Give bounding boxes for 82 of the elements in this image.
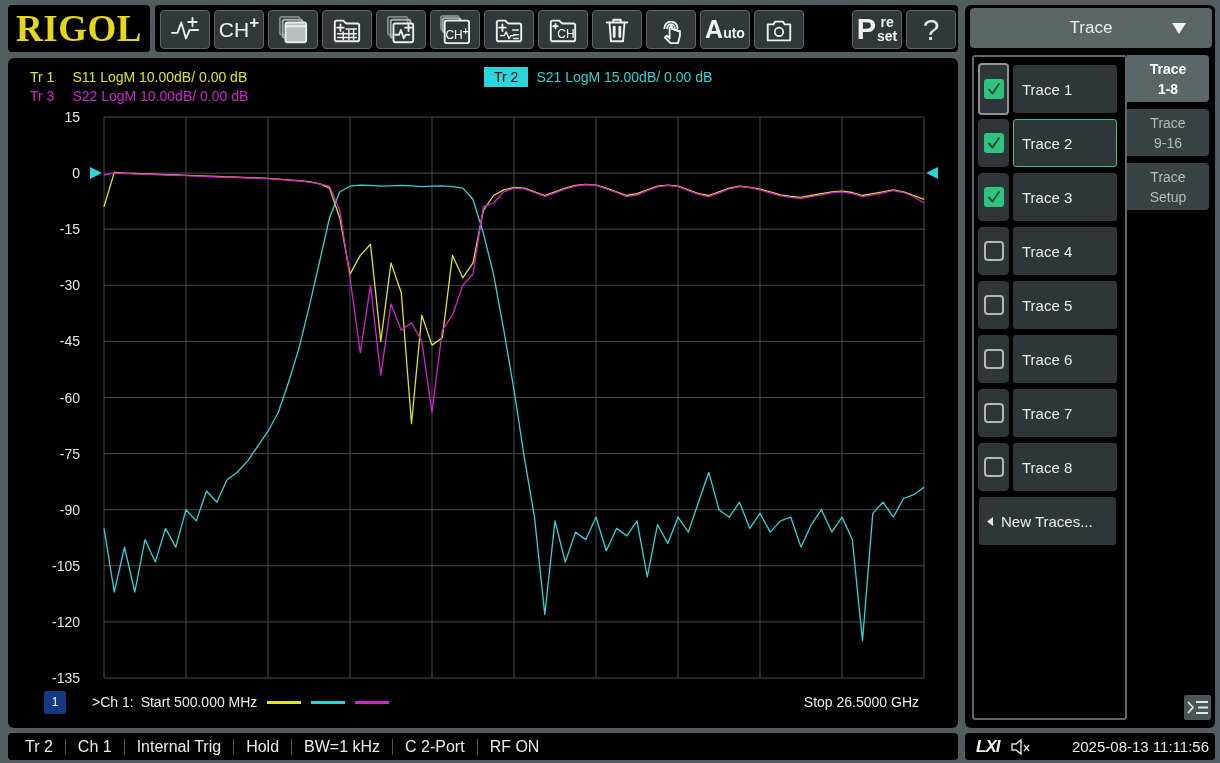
reference-marker-icon xyxy=(90,167,102,180)
y-tick-label: -90 xyxy=(59,501,80,518)
window-wave-plus-icon xyxy=(386,14,416,45)
add-channel-button[interactable]: CH$^{+}$ xyxy=(214,10,264,49)
trace-label[interactable]: Tr 2 xyxy=(484,67,529,87)
tick-icon xyxy=(983,79,1004,99)
menu-dropdown[interactable]: Trace xyxy=(970,8,1212,48)
y-tick-label: -45 xyxy=(59,333,80,350)
channel-badge: 1 xyxy=(44,690,66,714)
tick-icon xyxy=(983,133,1004,153)
y-tick-label: 15 xyxy=(64,109,80,125)
square-icon xyxy=(983,403,1004,423)
help-button[interactable]: ? xyxy=(906,10,956,49)
stacked-frames-icon xyxy=(440,14,470,45)
channel-folder-button[interactable]: CH xyxy=(538,10,588,49)
window-button[interactable] xyxy=(268,10,318,49)
square-icon xyxy=(983,457,1004,477)
status-item: Tr 2 xyxy=(24,738,54,755)
trace-button[interactable]: Trace 4 xyxy=(1013,227,1117,275)
stacked-windows-icon xyxy=(278,14,308,45)
trace-label[interactable]: Tr 1 xyxy=(20,67,65,87)
start-frequency: Start 500.000 MHz xyxy=(140,694,258,710)
status-item: Hold xyxy=(233,738,292,755)
add-window-button[interactable] xyxy=(376,10,426,49)
channel-label: >Ch 1: xyxy=(92,694,134,710)
trace-button[interactable]: Trace 5 xyxy=(1013,281,1117,329)
trace-button[interactable]: Trace 6 xyxy=(1013,335,1117,383)
trace-button[interactable]: Trace 3 xyxy=(1013,173,1117,221)
trace-checkbox[interactable] xyxy=(978,281,1009,329)
trace-button[interactable]: Trace 8 xyxy=(1013,443,1117,491)
status-item: RF ON xyxy=(476,738,552,755)
y-tick-label: -135 xyxy=(51,670,80,686)
date-time: 2025-08-13 11:11:56 xyxy=(1071,738,1209,755)
y-tick-label: -15 xyxy=(59,221,80,238)
trace-checkbox[interactable] xyxy=(978,119,1009,167)
collapse-menu-button[interactable] xyxy=(1184,695,1211,720)
lxi-logo: LXI xyxy=(976,738,1000,755)
touch-button[interactable] xyxy=(646,10,696,49)
side-tab[interactable]: Trace Setup xyxy=(1127,163,1209,210)
add-table-button[interactable] xyxy=(322,10,372,49)
side-tab[interactable]: Trace 9-16 xyxy=(1127,109,1209,156)
brand-logo: RIGOL xyxy=(16,10,142,47)
y-tick-label: -30 xyxy=(59,277,80,294)
trace-checkbox[interactable] xyxy=(978,173,1009,221)
speaker-muted-icon xyxy=(1011,737,1032,756)
status-item: Internal Trig xyxy=(123,738,234,755)
new-traces-button[interactable]: New Traces... xyxy=(979,497,1116,545)
auto-scale-button[interactable]: Auto xyxy=(700,10,750,49)
add-trace-button[interactable] xyxy=(160,10,210,49)
trace-button[interactable]: Trace 7 xyxy=(1013,389,1117,437)
trace-checkbox[interactable] xyxy=(978,63,1009,115)
trace-checkbox[interactable] xyxy=(978,443,1009,491)
side-tab[interactable]: Trace 1-8 xyxy=(1127,55,1209,102)
caret-left-icon xyxy=(987,516,993,526)
trace-checkbox[interactable] xyxy=(978,227,1009,275)
status-item: C 2-Port xyxy=(392,738,477,755)
stop-frequency: Stop 26.5000 GHz xyxy=(803,694,919,710)
square-icon xyxy=(983,349,1004,369)
screenshot-button[interactable] xyxy=(754,10,804,49)
y-tick-label: -75 xyxy=(59,445,80,462)
y-tick-label: 0 xyxy=(72,165,80,182)
trace-checkbox[interactable] xyxy=(978,335,1009,383)
trace-setting: S11 LogM 10.00dB/ 0.00 dB xyxy=(72,68,248,86)
delete-button[interactable] xyxy=(592,10,642,49)
trace-button[interactable]: Trace 1 xyxy=(1013,65,1117,113)
tick-icon xyxy=(983,187,1004,207)
y-tick-label: -60 xyxy=(59,389,80,406)
square-icon xyxy=(983,241,1004,261)
trace-setting: S22 LogM 10.00dB/ 0.00 dB xyxy=(72,87,249,105)
square-icon xyxy=(983,295,1004,315)
y-tick-label: -105 xyxy=(51,557,80,574)
trace-folder-button[interactable] xyxy=(484,10,534,49)
status-item: Ch 1 xyxy=(64,738,124,755)
trace-setting: S21 LogM 15.00dB/ 0.00 dB xyxy=(536,68,713,86)
trace-button[interactable]: Trace 2 xyxy=(1013,119,1117,167)
trace-label[interactable]: Tr 3 xyxy=(20,86,65,106)
trace-checkbox[interactable] xyxy=(978,389,1009,437)
status-item: BW=1 kHz xyxy=(291,738,393,755)
caret-down-icon xyxy=(1172,22,1186,34)
reference-marker-icon xyxy=(926,167,938,180)
menu-collapse-icon xyxy=(1187,700,1208,715)
y-tick-label: -120 xyxy=(51,613,80,630)
